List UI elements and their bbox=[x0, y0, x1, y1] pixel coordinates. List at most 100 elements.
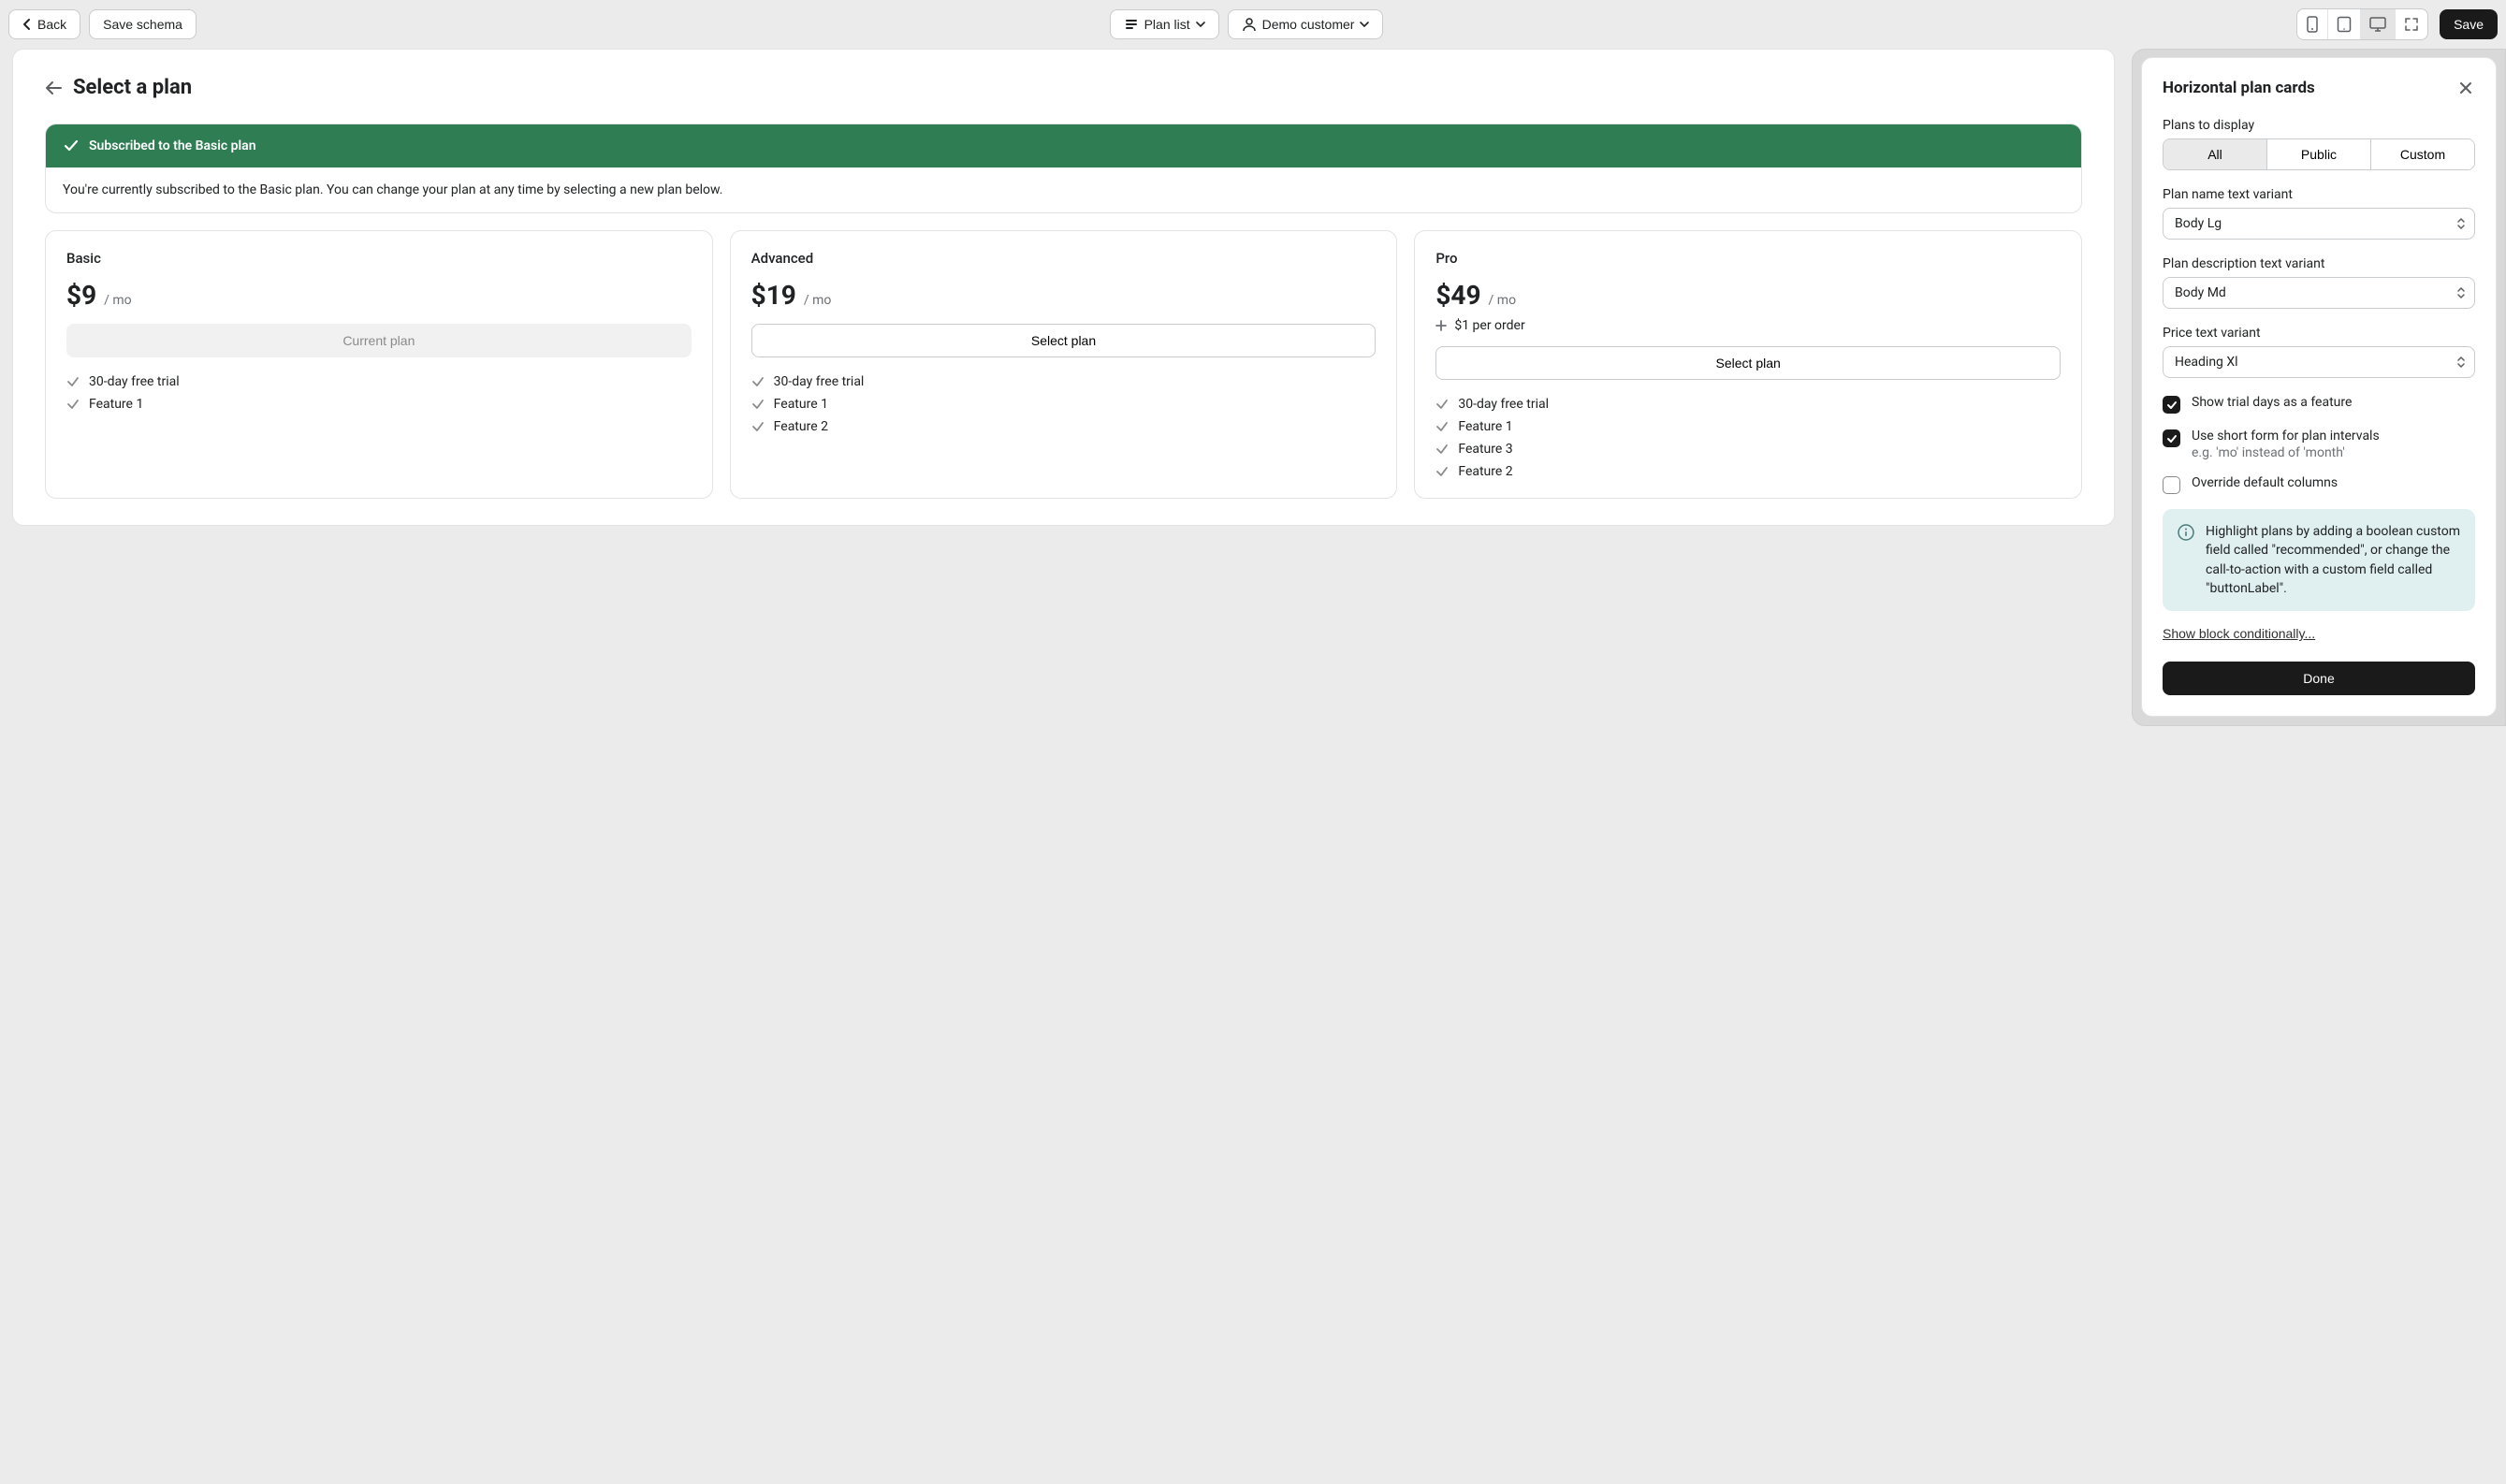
feature-item: Feature 2 bbox=[751, 419, 1377, 434]
fullscreen-icon bbox=[2404, 17, 2419, 32]
short-form-sublabel: e.g. 'mo' instead of 'month' bbox=[2192, 445, 2380, 460]
plan-price: $19 bbox=[751, 280, 796, 311]
caret-down-icon bbox=[1360, 21, 1369, 28]
feature-item: Feature 2 bbox=[1435, 464, 2061, 479]
banner-body: You're currently subscribed to the Basic… bbox=[46, 167, 2081, 212]
check-icon bbox=[1435, 443, 1449, 456]
plans-to-display-label: Plans to display bbox=[2163, 118, 2475, 133]
price-variant-select[interactable]: Heading Xl bbox=[2163, 346, 2475, 378]
feature-text: Feature 1 bbox=[1458, 419, 1512, 434]
feature-item: Feature 1 bbox=[66, 397, 692, 412]
save-label: Save bbox=[2454, 17, 2484, 32]
info-text: Highlight plans by adding a boolean cust… bbox=[2206, 522, 2460, 598]
plan-name-variant-label: Plan name text variant bbox=[2163, 187, 2475, 202]
close-button[interactable] bbox=[2456, 79, 2475, 97]
feature-text: Feature 3 bbox=[1458, 442, 1512, 457]
viewport-fullscreen-button[interactable] bbox=[2396, 9, 2427, 39]
feature-item: 30-day free trial bbox=[66, 374, 692, 389]
feature-item: Feature 1 bbox=[1435, 419, 2061, 434]
trial-days-checkbox[interactable] bbox=[2163, 396, 2180, 414]
save-schema-button[interactable]: Save schema bbox=[89, 9, 197, 39]
banner-title: Subscribed to the Basic plan bbox=[89, 138, 256, 153]
viewport-tablet-button[interactable] bbox=[2328, 9, 2361, 39]
plan-extra-text: $1 per order bbox=[1454, 318, 1524, 333]
check-circle-icon bbox=[63, 138, 80, 154]
feature-text: 30-day free trial bbox=[89, 374, 180, 389]
plans-display-option-public[interactable]: Public bbox=[2267, 139, 2371, 169]
canvas-back-button[interactable] bbox=[45, 80, 62, 95]
plans-display-option-all[interactable]: All bbox=[2164, 139, 2267, 169]
plan-card: Basic $9/ mo Current plan 30-day free trial… bbox=[45, 230, 713, 499]
plan-desc-variant-label: Plan description text variant bbox=[2163, 256, 2475, 271]
subscription-banner: Subscribed to the Basic plan You're curr… bbox=[45, 124, 2082, 213]
plan-interval: / mo bbox=[804, 293, 832, 308]
feature-list: 30-day free trial Feature 1 Feature 3 Featu… bbox=[1435, 397, 2061, 479]
topbar: Back Save schema Plan list Demo customer bbox=[0, 0, 2506, 49]
select-plan-button[interactable]: Select plan bbox=[1435, 346, 2061, 380]
mobile-icon bbox=[2306, 16, 2319, 33]
plan-desc-variant-select[interactable]: Body Md bbox=[2163, 277, 2475, 309]
viewport-switcher bbox=[2296, 8, 2428, 40]
page-title: Select a plan bbox=[73, 76, 192, 99]
arrow-left-icon bbox=[45, 80, 62, 95]
back-button[interactable]: Back bbox=[8, 9, 80, 39]
plan-interval: / mo bbox=[104, 293, 132, 308]
back-label: Back bbox=[37, 17, 66, 32]
plans-to-display-segmented: AllPublicCustom bbox=[2163, 138, 2475, 170]
select-plan-button[interactable]: Select plan bbox=[751, 324, 1377, 357]
feature-list: 30-day free trial Feature 1 bbox=[66, 374, 692, 412]
plan-card: Pro$49/ mo$1 per orderSelect plan30-day … bbox=[1414, 230, 2082, 499]
feature-text: Feature 2 bbox=[774, 419, 828, 434]
viewport-mobile-button[interactable] bbox=[2297, 9, 2328, 39]
feature-text: Feature 2 bbox=[1458, 464, 1512, 479]
check-icon bbox=[751, 398, 765, 411]
plan-name: Pro bbox=[1435, 250, 2061, 267]
feature-text: 30-day free trial bbox=[1458, 397, 1549, 412]
plans-display-option-custom[interactable]: Custom bbox=[2371, 139, 2474, 169]
save-button[interactable]: Save bbox=[2440, 9, 2498, 39]
chevron-left-icon bbox=[22, 18, 32, 31]
close-icon bbox=[2458, 80, 2473, 95]
feature-list: 30-day free trial Feature 1 Feature 2 bbox=[751, 374, 1377, 434]
feature-item: 30-day free trial bbox=[751, 374, 1377, 389]
plan-price-row: $19 / mo bbox=[751, 280, 1377, 311]
info-banner: Highlight plans by adding a boolean cust… bbox=[2163, 509, 2475, 611]
show-conditionally-link[interactable]: Show block conditionally... bbox=[2163, 626, 2315, 641]
plan-interval: / mo bbox=[1489, 293, 1517, 308]
done-button[interactable]: Done bbox=[2163, 662, 2475, 695]
plans-row: Basic $9/ mo Current plan 30-day free trial… bbox=[45, 230, 2082, 499]
plan-list-dropdown[interactable]: Plan list bbox=[1110, 9, 1219, 39]
current-plan-button: Current plan bbox=[66, 324, 692, 357]
plan-price-row: $9/ mo bbox=[66, 280, 692, 311]
user-icon bbox=[1242, 17, 1257, 32]
viewport-desktop-button[interactable] bbox=[2361, 9, 2396, 39]
caret-down-icon bbox=[1196, 21, 1205, 28]
plus-icon bbox=[1435, 320, 1447, 331]
plan-list-icon bbox=[1124, 17, 1139, 32]
plan-name-variant-select[interactable]: Body Lg bbox=[2163, 208, 2475, 240]
tablet-icon bbox=[2337, 16, 2352, 33]
plan-card: Advanced$19/ moSelect plan30-day free tr… bbox=[730, 230, 1398, 499]
feature-item: Feature 3 bbox=[1435, 442, 2061, 457]
demo-customer-dropdown[interactable]: Demo customer bbox=[1228, 9, 1384, 39]
feature-text: 30-day free trial bbox=[774, 374, 865, 389]
feature-text: Feature 1 bbox=[89, 397, 143, 412]
trial-days-label: Show trial days as a feature bbox=[2192, 395, 2352, 410]
short-form-checkbox[interactable] bbox=[2163, 429, 2180, 447]
check-icon bbox=[1435, 465, 1449, 478]
feature-item: Feature 1 bbox=[751, 397, 1377, 412]
check-icon bbox=[751, 375, 765, 388]
feature-item: 30-day free trial bbox=[1435, 397, 2061, 412]
override-cols-checkbox[interactable] bbox=[2163, 476, 2180, 494]
plan-list-label: Plan list bbox=[1144, 17, 1190, 32]
check-icon bbox=[66, 375, 80, 388]
feature-text: Feature 1 bbox=[774, 397, 828, 412]
price-variant-label: Price text variant bbox=[2163, 326, 2475, 341]
short-form-label: Use short form for plan intervals bbox=[2192, 429, 2380, 444]
plan-name: Basic bbox=[66, 250, 692, 267]
check-icon bbox=[751, 420, 765, 433]
check-icon bbox=[1435, 420, 1449, 433]
preview-canvas: Select a plan Subscribed to the Basic pl… bbox=[12, 49, 2115, 526]
check-icon bbox=[66, 398, 80, 411]
check-icon bbox=[2166, 400, 2178, 411]
